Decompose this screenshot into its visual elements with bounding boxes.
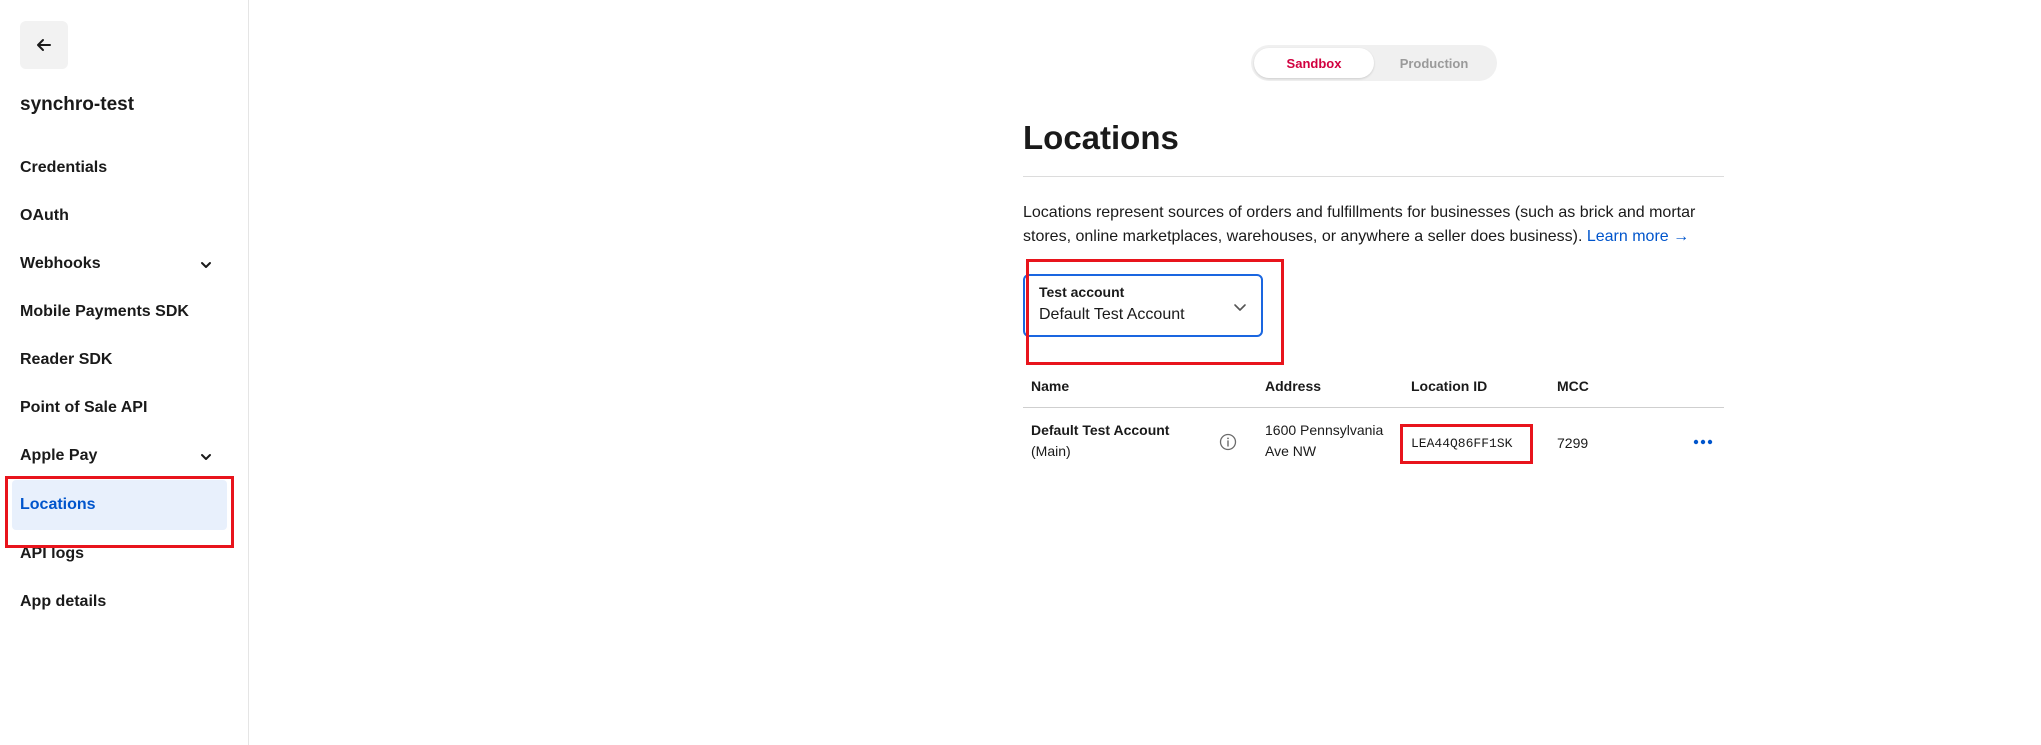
test-account-value: Default Test Account [1039, 306, 1185, 323]
column-header-address: Address [1265, 378, 1322, 394]
location-id-value: LEA44Q86FF1SK [1411, 436, 1513, 451]
tab-production[interactable]: Production [1374, 48, 1494, 78]
table-header: Name Address Location ID MCC [1023, 376, 1724, 408]
location-address-cell: 1600 Pennsylvania Ave NW [1265, 420, 1383, 462]
sidebar-item-app-details[interactable]: App details [0, 578, 249, 626]
sidebar-item-credentials[interactable]: Credentials [0, 144, 249, 192]
sidebar-item-label: App details [20, 593, 107, 610]
app-name: synchro-test [20, 94, 135, 115]
chevron-down-icon[interactable] [199, 450, 213, 464]
sidebar-item-label: Point of Sale API [20, 399, 148, 416]
sidebar-item-reader-sdk[interactable]: Reader SDK [0, 336, 249, 384]
address-line-2: Ave NW [1265, 443, 1317, 459]
back-button[interactable] [20, 21, 68, 69]
more-horizontal-icon [1693, 439, 1713, 445]
learn-more-link[interactable]: Learn more → [1587, 228, 1689, 245]
sidebar: synchro-test Credentials OAuth Webhooks … [0, 0, 249, 745]
column-header-mcc: MCC [1557, 378, 1589, 394]
environment-toggle: Sandbox Production [1251, 45, 1497, 81]
sidebar-item-webhooks[interactable]: Webhooks [0, 240, 249, 288]
mcc-value: 7299 [1557, 435, 1589, 451]
sidebar-item-oauth[interactable]: OAuth [0, 192, 249, 240]
chevron-down-icon[interactable] [199, 258, 213, 272]
test-account-label: Test account [1039, 284, 1125, 300]
tab-sandbox[interactable]: Sandbox [1254, 48, 1374, 78]
column-header-location-id: Location ID [1411, 378, 1488, 394]
sidebar-item-locations[interactable]: Locations [12, 480, 227, 530]
sidebar-item-point-of-sale-api[interactable]: Point of Sale API [0, 384, 249, 432]
row-actions-button[interactable] [1690, 434, 1716, 450]
sidebar-item-label: OAuth [20, 207, 69, 224]
page-description: Locations represent sources of orders an… [1023, 201, 1728, 249]
info-circle-icon[interactable] [1219, 433, 1237, 451]
sidebar-item-label: Mobile Payments SDK [20, 303, 189, 320]
location-name: Default Test Account [1031, 422, 1170, 438]
sidebar-item-api-logs[interactable]: API logs [0, 530, 249, 578]
sidebar-item-mobile-payments-sdk[interactable]: Mobile Payments SDK [0, 288, 249, 336]
sidebar-item-apple-pay[interactable]: Apple Pay [0, 432, 249, 480]
sidebar-nav: Credentials OAuth Webhooks Mobile Paymen… [0, 144, 249, 626]
sidebar-item-label: Credentials [20, 159, 108, 176]
sidebar-item-label: Webhooks [20, 255, 101, 272]
column-header-name: Name [1031, 378, 1070, 394]
sidebar-item-label: Reader SDK [20, 351, 113, 368]
arrow-left-icon [37, 39, 51, 51]
table-row[interactable]: Default Test Account (Main) 1600 Pennsyl… [1023, 410, 1724, 478]
location-name-suffix: (Main) [1031, 443, 1071, 459]
sidebar-item-label: API logs [20, 545, 85, 562]
sidebar-item-label: Locations [20, 496, 96, 513]
address-line-1: 1600 Pennsylvania [1265, 422, 1384, 438]
chevron-down-icon [1234, 304, 1246, 311]
title-divider [1023, 176, 1724, 177]
page-title: Locations [1023, 119, 1179, 156]
test-account-select[interactable]: Test account Default Test Account [1023, 274, 1263, 337]
sidebar-item-label: Apple Pay [20, 447, 98, 464]
location-name-cell: Default Test Account (Main) [1031, 420, 1169, 462]
